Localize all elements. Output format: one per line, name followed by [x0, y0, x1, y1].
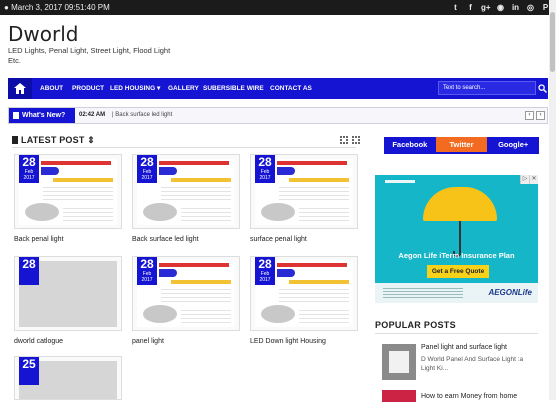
- latest-post-heading: LATEST POST ⇕: [12, 135, 95, 146]
- news-time: 02:42 AM: [79, 112, 106, 118]
- search-icon: [538, 83, 547, 93]
- post-title[interactable]: Back penal light: [14, 236, 63, 243]
- home-button[interactable]: [8, 78, 32, 99]
- post-thumbnail[interactable]: 25: [14, 356, 122, 400]
- main-nav: ABOUT PRODUCT LED HOUSING ▾ GALLERY SUBE…: [8, 78, 548, 99]
- post-thumbnail[interactable]: 28 Feb 2017: [132, 154, 240, 229]
- ad-logo: AEGONLife: [488, 288, 532, 297]
- date-badge: 28 Feb 2017: [19, 155, 39, 183]
- social-links: t f g+ ◉ in ◎ P: [451, 0, 550, 15]
- top-bar: ● March 3, 2017 09:51:40 PM t f g+ ◉ in …: [0, 0, 556, 15]
- popular-post-thumbnail[interactable]: [382, 344, 416, 380]
- bookmark-icon: [12, 136, 18, 144]
- post-thumbnail[interactable]: 28 Feb 2017: [14, 154, 122, 229]
- facebook-icon[interactable]: f: [466, 0, 475, 15]
- post-thumbnail[interactable]: 28 Feb 2017: [250, 256, 358, 331]
- grid-view-icon[interactable]: [340, 136, 348, 144]
- date-badge: 28 Feb 2017: [255, 257, 275, 285]
- ad-close-icon[interactable]: ✕: [529, 175, 538, 184]
- nav-item-led-housing[interactable]: LED HOUSING ▾: [110, 78, 160, 99]
- nav-item-product[interactable]: PRODUCT: [72, 78, 104, 99]
- news-ticker: What's New? 02:42 AM | Back surface led …: [8, 107, 548, 124]
- clock-icon: ●: [4, 3, 9, 12]
- divider: [12, 147, 356, 148]
- nav-item-about[interactable]: ABOUT: [40, 78, 63, 99]
- google-plus-icon[interactable]: g+: [481, 0, 491, 15]
- post-title[interactable]: panel light: [132, 338, 164, 345]
- post-title[interactable]: dworld catlogue: [14, 338, 63, 345]
- rss-icon[interactable]: ◉: [496, 0, 505, 15]
- nav-item-contact[interactable]: CONTACT AS: [270, 78, 312, 99]
- post-thumbnail[interactable]: 28 Feb 2017: [132, 256, 240, 331]
- whats-new-label: What's New?: [9, 108, 75, 123]
- view-toggle: [340, 136, 360, 144]
- post-thumbnail[interactable]: 28 Feb 2017: [250, 154, 358, 229]
- date-badge: 28: [19, 257, 39, 285]
- linkedin-icon[interactable]: in: [511, 0, 520, 15]
- list-view-icon[interactable]: [352, 136, 360, 144]
- date-badge: 28 Feb 2017: [137, 155, 157, 183]
- tab-facebook[interactable]: Facebook: [384, 137, 436, 152]
- popular-post-excerpt: D World Panel And Surface Light :a Light…: [421, 356, 524, 372]
- site-title[interactable]: Dworld: [8, 22, 78, 46]
- post-title[interactable]: Back surface led light: [132, 236, 199, 243]
- popular-post-title[interactable]: Panel light and surface light: [421, 344, 541, 351]
- ad-info-icon[interactable]: ▷: [520, 175, 529, 184]
- tab-google-plus[interactable]: Google+: [487, 137, 540, 152]
- social-tabs: Facebook Twitter Google+: [384, 137, 540, 154]
- popular-posts-heading: POPULAR POSTS: [375, 320, 456, 330]
- nav-item-subersible-wire[interactable]: SUBERSIBLE WIRE: [203, 78, 264, 99]
- search-input[interactable]: Text to search...: [438, 81, 536, 95]
- divider: [375, 333, 538, 334]
- ad-cta-button[interactable]: Get a Free Quote: [427, 265, 489, 278]
- news-headline[interactable]: | Back surface led light: [112, 108, 172, 123]
- current-datetime: ● March 3, 2017 09:51:40 PM: [4, 3, 110, 12]
- instagram-icon[interactable]: ◎: [526, 0, 535, 15]
- nav-item-gallery[interactable]: GALLERY: [168, 78, 199, 99]
- popular-post-thumbnail[interactable]: [382, 390, 416, 402]
- date-badge: 28 Feb 2017: [255, 155, 275, 183]
- post-title[interactable]: LED Down light Housing: [250, 338, 326, 345]
- popular-post-title[interactable]: How to earn Money from home: [421, 393, 541, 400]
- advertisement[interactable]: ▷ ✕ Aegon Life iTerm Insurance Plan Get a…: [375, 175, 538, 303]
- ticker-next-button[interactable]: ›: [536, 111, 545, 120]
- site-tagline: LED Lights, Penal Light, Street Light, F…: [8, 46, 171, 65]
- umbrella-icon: [423, 187, 497, 221]
- twitter-icon[interactable]: t: [451, 0, 460, 15]
- scrollbar[interactable]: [549, 0, 556, 400]
- date-badge: 25: [19, 357, 39, 385]
- ticker-prev-button[interactable]: ‹: [525, 111, 534, 120]
- post-title[interactable]: surface penal light: [250, 236, 307, 243]
- date-badge: 28 Feb 2017: [137, 257, 157, 285]
- search-button[interactable]: [537, 81, 548, 95]
- home-icon: [14, 83, 26, 94]
- post-thumbnail[interactable]: 28: [14, 256, 122, 331]
- scrollbar-thumb[interactable]: [550, 12, 555, 72]
- ad-title: Aegon Life iTerm Insurance Plan: [398, 251, 515, 260]
- news-icon: [13, 112, 19, 119]
- tab-twitter[interactable]: Twitter: [435, 137, 488, 152]
